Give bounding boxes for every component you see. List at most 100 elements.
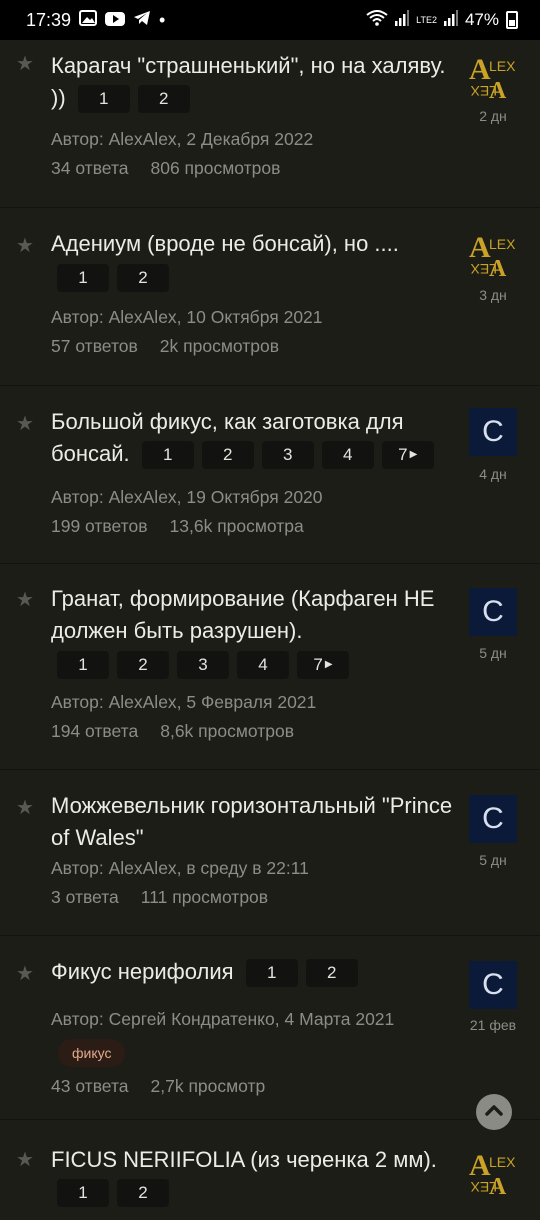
pagination: 1 2 [57, 264, 456, 292]
topic-tag[interactable]: фикус [58, 1039, 126, 1067]
topic-title[interactable]: Можжевельник горизонтальный "Prince of W… [51, 793, 452, 850]
page-link[interactable]: 1 [141, 441, 194, 470]
page-link[interactable]: 4 [237, 651, 289, 679]
user-avatar[interactable]: C [469, 408, 517, 456]
page-link[interactable]: 2 [117, 651, 169, 679]
chevron-up-icon [485, 1105, 503, 1116]
signal-icon-2 [443, 9, 458, 31]
topic-item[interactable]: ★ Большой фикус, как заготовка для бонса… [0, 386, 540, 564]
svg-text:A: A [469, 1149, 491, 1182]
topic-item[interactable]: ★ Фикус нерифолия 1 2 Автор: Сергей Конд… [0, 936, 540, 1120]
network-type: LTE2 [416, 15, 437, 25]
page-link[interactable]: 2 [305, 959, 358, 988]
topic-title[interactable]: Фикус нерифолия [51, 959, 234, 984]
page-link[interactable]: 2 [137, 85, 190, 114]
svg-text:A: A [469, 53, 491, 86]
topic-author: Автор: AlexAlex, в среду в 22:11 [51, 858, 309, 878]
page-link[interactable]: 2 [117, 1179, 169, 1208]
view-count: 806 просмотров [150, 158, 281, 178]
star-icon[interactable]: ★ [16, 798, 36, 818]
topic-stats: 194 ответа 8,6k просмотров [51, 721, 294, 742]
svg-text:LEX: LEX [489, 58, 516, 74]
last-page-link[interactable]: 7 ▶ [381, 441, 434, 470]
topic-title[interactable]: Адениум (вроде не бонсай), но .... [51, 231, 399, 256]
page-link[interactable]: 2 [201, 441, 254, 470]
reply-count: 194 ответа [51, 721, 139, 741]
gallery-icon [79, 9, 98, 31]
star-icon[interactable]: ★ [16, 54, 36, 74]
star-icon[interactable]: ★ [16, 590, 36, 610]
scroll-to-top-button[interactable] [476, 1094, 512, 1130]
pagination: 1 2 3 4 7 ▶ [141, 441, 434, 470]
last-activity: 21 фев [469, 1017, 517, 1033]
pagination: 1 2 [245, 959, 358, 988]
user-avatar[interactable]: C [469, 795, 517, 843]
page-link[interactable]: 1 [57, 1179, 109, 1208]
battery-level: 47% [464, 10, 499, 29]
chevron-right-icon: ▶ [324, 659, 333, 670]
topic-item[interactable]: ★ Карагач "страшненький", но на халяву. … [0, 40, 540, 208]
status-bar: 17:39 • LTE2 47% [0, 0, 540, 40]
view-count: 2,7k просмотр [150, 1076, 266, 1096]
svg-text:A: A [489, 1174, 507, 1196]
topic-title[interactable]: Гранат, формирование (Карфаген НЕ должен… [51, 586, 434, 643]
topic-item[interactable]: ★ Адениум (вроде не бонсай), но .... 1 2… [0, 208, 540, 386]
topic-stats: 34 ответа 806 просмотров [51, 158, 280, 179]
alex-logo-avatar[interactable]: A LEX LEX A [469, 1148, 517, 1200]
chevron-right-icon: ▶ [409, 449, 418, 461]
page-link[interactable]: 1 [57, 651, 109, 679]
topic-stats: 43 ответа 2,7k просмотр [51, 1076, 265, 1097]
page-link[interactable]: 2 [117, 264, 169, 292]
page-link[interactable]: 1 [57, 264, 109, 292]
svg-text:A: A [469, 231, 491, 264]
star-icon[interactable]: ★ [16, 236, 36, 256]
wifi-icon [366, 9, 388, 31]
view-count: 13,6k просмотра [169, 516, 304, 536]
topic-author: Автор: AlexAlex, 2 Декабря 2022 [51, 129, 314, 149]
battery-icon [506, 11, 518, 29]
alex-logo-avatar[interactable]: A LEX LEX A [469, 52, 517, 104]
topic-author: Автор: AlexAlex, 10 Октября 2021 [51, 307, 323, 327]
alex-logo-avatar[interactable]: A LEX LEX A [469, 230, 517, 282]
page-link[interactable]: 3 [261, 441, 314, 470]
view-count: 2k просмотров [159, 336, 279, 356]
pagination: 1 2 [77, 85, 190, 114]
star-icon[interactable]: ★ [16, 414, 36, 434]
topic-item[interactable]: ★ FICUS NERIIFOLIA (из черенка 2 мм). 1 … [0, 1120, 540, 1220]
star-icon[interactable]: ★ [16, 1150, 36, 1170]
reply-count: 199 ответов [51, 516, 148, 536]
page-link[interactable]: 3 [177, 651, 229, 679]
user-avatar[interactable]: C [469, 588, 517, 636]
last-page-link[interactable]: 7 ▶ [297, 651, 349, 679]
topic-item[interactable]: ★ Гранат, формирование (Карфаген НЕ долж… [0, 564, 540, 770]
topic-stats: 3 ответа 111 просмотров [51, 887, 268, 908]
last-page-label: 7 [313, 655, 323, 674]
topic-author: Автор: AlexAlex, 5 Февраля 2021 [51, 692, 317, 712]
pagination: 1 2 3 4 7 ▶ [57, 651, 456, 679]
last-activity: 3 дн [479, 287, 507, 303]
view-count: 8,6k просмотров [160, 721, 295, 741]
page-link[interactable]: 1 [245, 959, 298, 988]
last-activity: 4 дн [479, 466, 507, 482]
topic-stats: 199 ответов 13,6k просмотра [51, 516, 304, 537]
topic-title[interactable]: FICUS NERIIFOLIA (из черенка 2 мм). [51, 1147, 437, 1172]
last-activity: 2 дн [479, 108, 507, 124]
reply-count: 43 ответа [51, 1076, 129, 1096]
svg-text:A: A [489, 78, 507, 100]
page-link[interactable]: 1 [77, 85, 130, 114]
svg-text:LEX: LEX [489, 236, 516, 252]
last-page-label: 7 [398, 445, 408, 465]
star-icon[interactable]: ★ [16, 964, 36, 984]
signal-icon [395, 9, 410, 31]
notification-dot: • [159, 9, 166, 30]
user-avatar[interactable]: C [469, 961, 517, 1009]
svg-text:A: A [489, 256, 507, 278]
reply-count: 57 ответов [51, 336, 138, 356]
page-link[interactable]: 4 [321, 441, 374, 470]
topic-item[interactable]: ★ Можжевельник горизонтальный "Prince of… [0, 770, 540, 936]
last-activity: 5 дн [479, 645, 507, 661]
reply-count: 34 ответа [51, 158, 129, 178]
last-activity: 5 дн [479, 852, 507, 868]
pagination: 1 2 [57, 1179, 169, 1208]
youtube-icon [105, 10, 126, 31]
